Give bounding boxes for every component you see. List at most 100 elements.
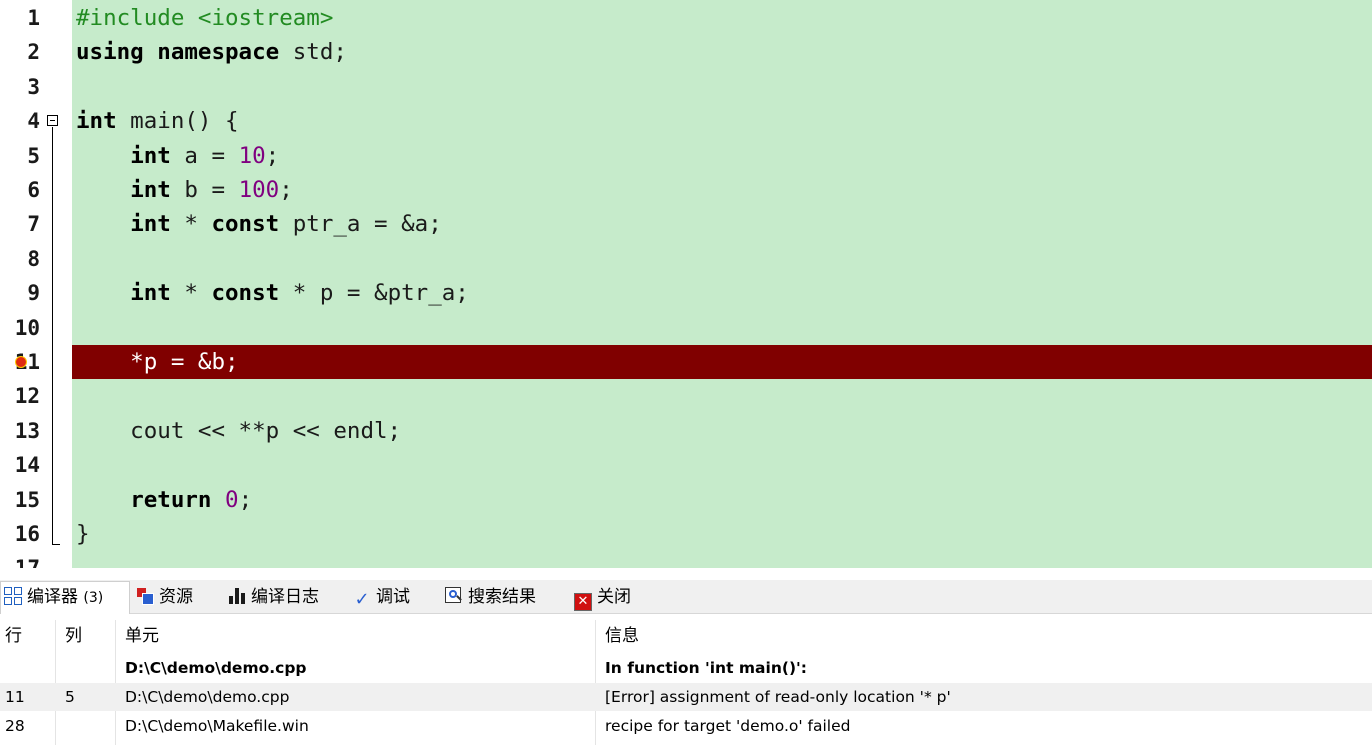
row-line: 28 xyxy=(5,717,25,735)
code-text-area[interactable] xyxy=(72,551,1372,568)
code-text-area[interactable]: return 0; xyxy=(72,483,1372,517)
code-text: int a = 10; xyxy=(76,139,279,173)
tab-close[interactable]: ✕ 关闭 xyxy=(571,582,631,612)
code-line[interactable]: 10 xyxy=(0,311,1372,345)
code-token: main() { xyxy=(116,108,239,135)
code-text-area[interactable] xyxy=(72,448,1372,482)
tab-compiler-label: 编译器 xyxy=(27,587,78,607)
code-text-area[interactable]: #include <iostream> xyxy=(72,1,1372,35)
keyword-token: return xyxy=(130,486,212,513)
fold-guide-line xyxy=(52,127,53,544)
code-editor[interactable]: 1 #include <iostream> 2 using namespace std… xyxy=(0,0,1372,568)
code-line[interactable]: 2 using namespace std; xyxy=(0,35,1372,69)
table-header-row: 行 列 单元 信息 xyxy=(0,620,1372,652)
code-line[interactable]: 13 cout << **p << endl; xyxy=(0,414,1372,448)
keyword-token: int xyxy=(130,280,171,307)
code-token: * xyxy=(170,211,212,238)
fold-end-marker xyxy=(52,544,60,545)
code-text: #include <iostream> xyxy=(76,1,333,35)
tab-compile-log-label: 编译日志 xyxy=(251,587,319,607)
row-message: [Error] assignment of read-only location… xyxy=(605,688,951,706)
keyword-token: const xyxy=(211,280,280,307)
code-line[interactable]: 15 return 0; xyxy=(0,483,1372,517)
code-token: * xyxy=(170,280,212,307)
code-text-area[interactable] xyxy=(72,70,1372,104)
code-text-area[interactable]: int * const * p = &ptr_a; xyxy=(72,276,1372,310)
tab-debug-label: 调试 xyxy=(376,587,410,607)
code-text: return 0; xyxy=(76,483,252,517)
tab-compiler[interactable]: 编译器 (3) xyxy=(0,581,130,614)
code-line[interactable]: 7 int * const ptr_a = &a; xyxy=(0,207,1372,241)
code-text: int * const * p = &ptr_a; xyxy=(76,276,469,310)
table-row[interactable]: 11 5 D:\C\demo\demo.cpp [Error] assignme… xyxy=(0,683,1372,711)
number-token: 0 xyxy=(225,486,239,513)
row-column: 5 xyxy=(65,688,75,706)
code-text: int main() { xyxy=(76,104,239,138)
fold-collapse-icon[interactable] xyxy=(47,115,58,126)
row-column xyxy=(65,654,115,682)
code-line[interactable]: 6 int b = 100; xyxy=(0,173,1372,207)
message-panel-tabbar: 编译器 (3) 资源 编译日志 ✓ 调试 搜索结果 ✕ 关闭 xyxy=(0,580,1372,614)
tab-debug[interactable]: ✓ 调试 xyxy=(350,582,410,612)
code-text-area[interactable] xyxy=(72,379,1372,413)
tab-close-label: 关闭 xyxy=(597,587,631,607)
code-line-error[interactable]: 11 *p = &b; xyxy=(0,345,1372,380)
code-token: ; xyxy=(279,177,293,203)
code-line[interactable]: 17 xyxy=(0,551,1372,568)
keyword-token: int xyxy=(76,108,117,135)
code-text-area[interactable]: cout << **p << endl; xyxy=(72,414,1372,448)
header-column[interactable]: 列 xyxy=(65,620,115,652)
tab-search-results[interactable]: 搜索结果 xyxy=(442,582,536,612)
row-unit: D:\C\demo\demo.cpp xyxy=(125,659,307,677)
code-token: *p = &b; xyxy=(76,349,239,375)
tab-resources[interactable]: 资源 xyxy=(133,582,193,612)
line-number: 4 xyxy=(27,109,40,134)
table-row[interactable]: 28 D:\C\demo\Makefile.win recipe for tar… xyxy=(0,712,1372,740)
search-icon xyxy=(445,587,463,605)
code-line[interactable]: 9 int * const * p = &ptr_a; xyxy=(0,276,1372,310)
code-text-area[interactable]: } xyxy=(72,517,1372,551)
code-token: ; xyxy=(238,486,253,513)
line-number: 15 xyxy=(14,487,40,512)
code-text-area[interactable]: int * const ptr_a = &a; xyxy=(72,207,1372,241)
resources-icon xyxy=(136,587,154,605)
header-message[interactable]: 信息 xyxy=(605,620,1365,652)
tab-compile-log[interactable]: 编译日志 xyxy=(225,582,319,612)
line-number: 6 xyxy=(27,178,40,202)
code-text: int * const ptr_a = &a; xyxy=(76,207,442,241)
number-token: 10 xyxy=(238,142,266,169)
header-unit[interactable]: 单元 xyxy=(125,620,590,652)
code-text-area[interactable]: int main() { xyxy=(72,104,1372,138)
code-text-area[interactable]: int a = 10; xyxy=(72,139,1372,173)
code-token: ptr_a = &a; xyxy=(279,211,442,238)
row-message: recipe for target 'demo.o' failed xyxy=(605,717,851,735)
code-line[interactable]: 8 xyxy=(0,242,1372,276)
code-text-area[interactable]: using namespace std; xyxy=(72,35,1372,69)
preprocessor-token: #include <iostream> xyxy=(76,5,334,31)
code-text-area[interactable]: *p = &b; xyxy=(72,345,1372,380)
line-number: 5 xyxy=(27,143,40,168)
row-column xyxy=(65,712,115,740)
close-icon: ✕ xyxy=(574,593,592,611)
tab-search-results-label: 搜索结果 xyxy=(468,587,536,607)
row-unit: D:\C\demo\Makefile.win xyxy=(125,717,309,735)
code-token: a = xyxy=(170,142,239,169)
line-number: 16 xyxy=(14,522,40,546)
code-text-area[interactable] xyxy=(72,311,1372,345)
code-line[interactable]: 14 xyxy=(0,448,1372,482)
header-line[interactable]: 行 xyxy=(5,620,55,652)
row-unit: D:\C\demo\demo.cpp xyxy=(125,688,290,706)
error-marker-icon[interactable] xyxy=(15,356,27,368)
code-line[interactable]: 5 int a = 10; xyxy=(0,139,1372,173)
keyword-token: int xyxy=(130,142,171,169)
table-row[interactable]: D:\C\demo\demo.cpp In function 'int main… xyxy=(0,654,1372,682)
code-text-area[interactable]: int b = 100; xyxy=(72,173,1372,207)
code-line[interactable]: 4 int main() { xyxy=(0,104,1372,138)
code-line[interactable]: 16} xyxy=(0,517,1372,551)
code-line[interactable]: 1 #include <iostream> xyxy=(0,1,1372,35)
code-line[interactable]: 12 xyxy=(0,379,1372,413)
code-line[interactable]: 3 xyxy=(0,70,1372,104)
code-text-area[interactable] xyxy=(72,242,1372,276)
